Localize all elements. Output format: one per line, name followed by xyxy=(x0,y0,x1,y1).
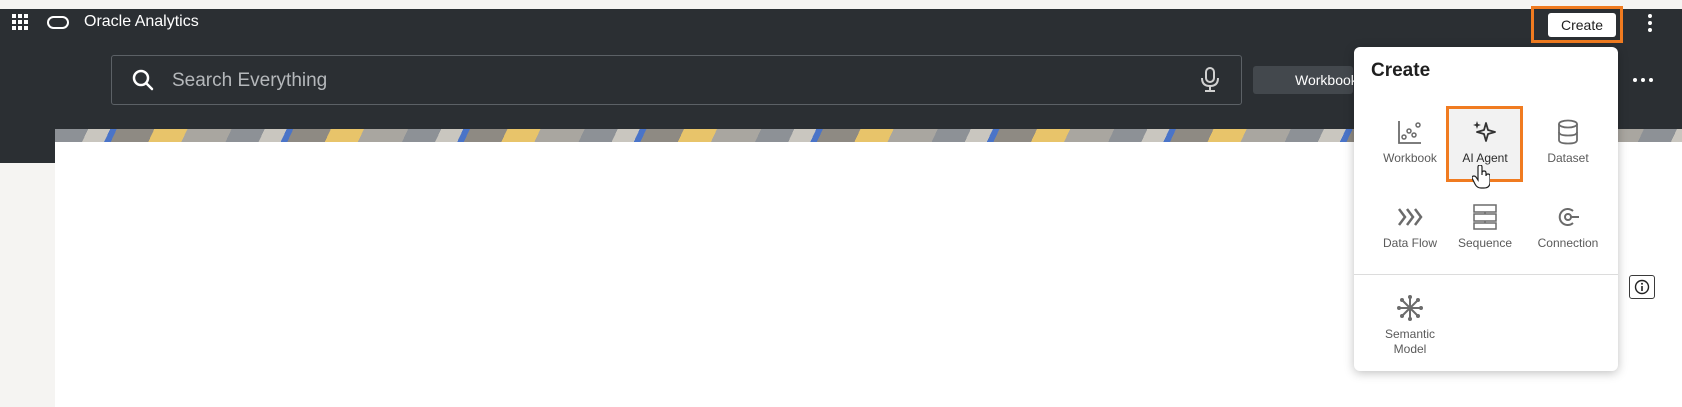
info-circle-icon xyxy=(1634,279,1650,295)
data-flow-icon xyxy=(1398,208,1423,226)
microphone-icon[interactable] xyxy=(1199,67,1221,93)
dataset-icon xyxy=(1558,119,1578,145)
create-menu-item-dataset[interactable]: Dataset xyxy=(1526,119,1610,166)
filter-chip-workbook[interactable]: Workbook xyxy=(1253,66,1358,94)
dataset-label: Dataset xyxy=(1547,151,1589,165)
semantic-model-label: Semantic Model xyxy=(1384,327,1436,356)
ai-agent-label: AI Agent xyxy=(1462,151,1508,165)
horizontal-more-icon[interactable] xyxy=(1632,77,1654,83)
ai-agent-icon xyxy=(1473,121,1496,142)
workbook-label: Workbook xyxy=(1383,151,1437,165)
data-flow-label: Data Flow xyxy=(1382,236,1438,250)
vertical-more-icon[interactable] xyxy=(1647,13,1653,33)
sequence-icon xyxy=(1473,204,1497,230)
app-title: Oracle Analytics xyxy=(84,13,199,30)
apps-grid-icon[interactable] xyxy=(12,14,28,30)
menu-divider xyxy=(1354,274,1618,275)
semantic-model-icon xyxy=(1397,295,1423,321)
search-input[interactable] xyxy=(170,65,1174,97)
oracle-logo-icon xyxy=(47,16,69,29)
hand-cursor-icon xyxy=(1472,165,1490,189)
create-menu-item-workbook[interactable]: Workbook xyxy=(1368,119,1452,166)
connection-label: Connection xyxy=(1537,236,1599,250)
create-menu-item-ai-agent[interactable]: AI Agent xyxy=(1443,119,1527,166)
create-button[interactable]: Create xyxy=(1548,13,1616,37)
info-icon[interactable] xyxy=(1629,275,1655,299)
create-menu-title: Create xyxy=(1371,60,1431,81)
create-menu-item-data-flow[interactable]: Data Flow xyxy=(1368,204,1452,251)
create-menu-item-sequence[interactable]: Sequence xyxy=(1443,204,1527,251)
create-menu-popup: Create Workbook AI Agent Dataset Data Fl… xyxy=(1354,47,1618,371)
search-bar[interactable] xyxy=(111,55,1242,105)
workbook-icon xyxy=(1398,121,1421,144)
search-icon xyxy=(132,69,154,91)
top-gap xyxy=(0,0,1682,9)
create-menu-item-semantic-model[interactable]: Semantic Model xyxy=(1368,295,1452,357)
connection-icon xyxy=(1558,208,1579,226)
create-menu-item-connection[interactable]: Connection xyxy=(1526,204,1610,251)
sequence-label: Sequence xyxy=(1457,236,1513,250)
